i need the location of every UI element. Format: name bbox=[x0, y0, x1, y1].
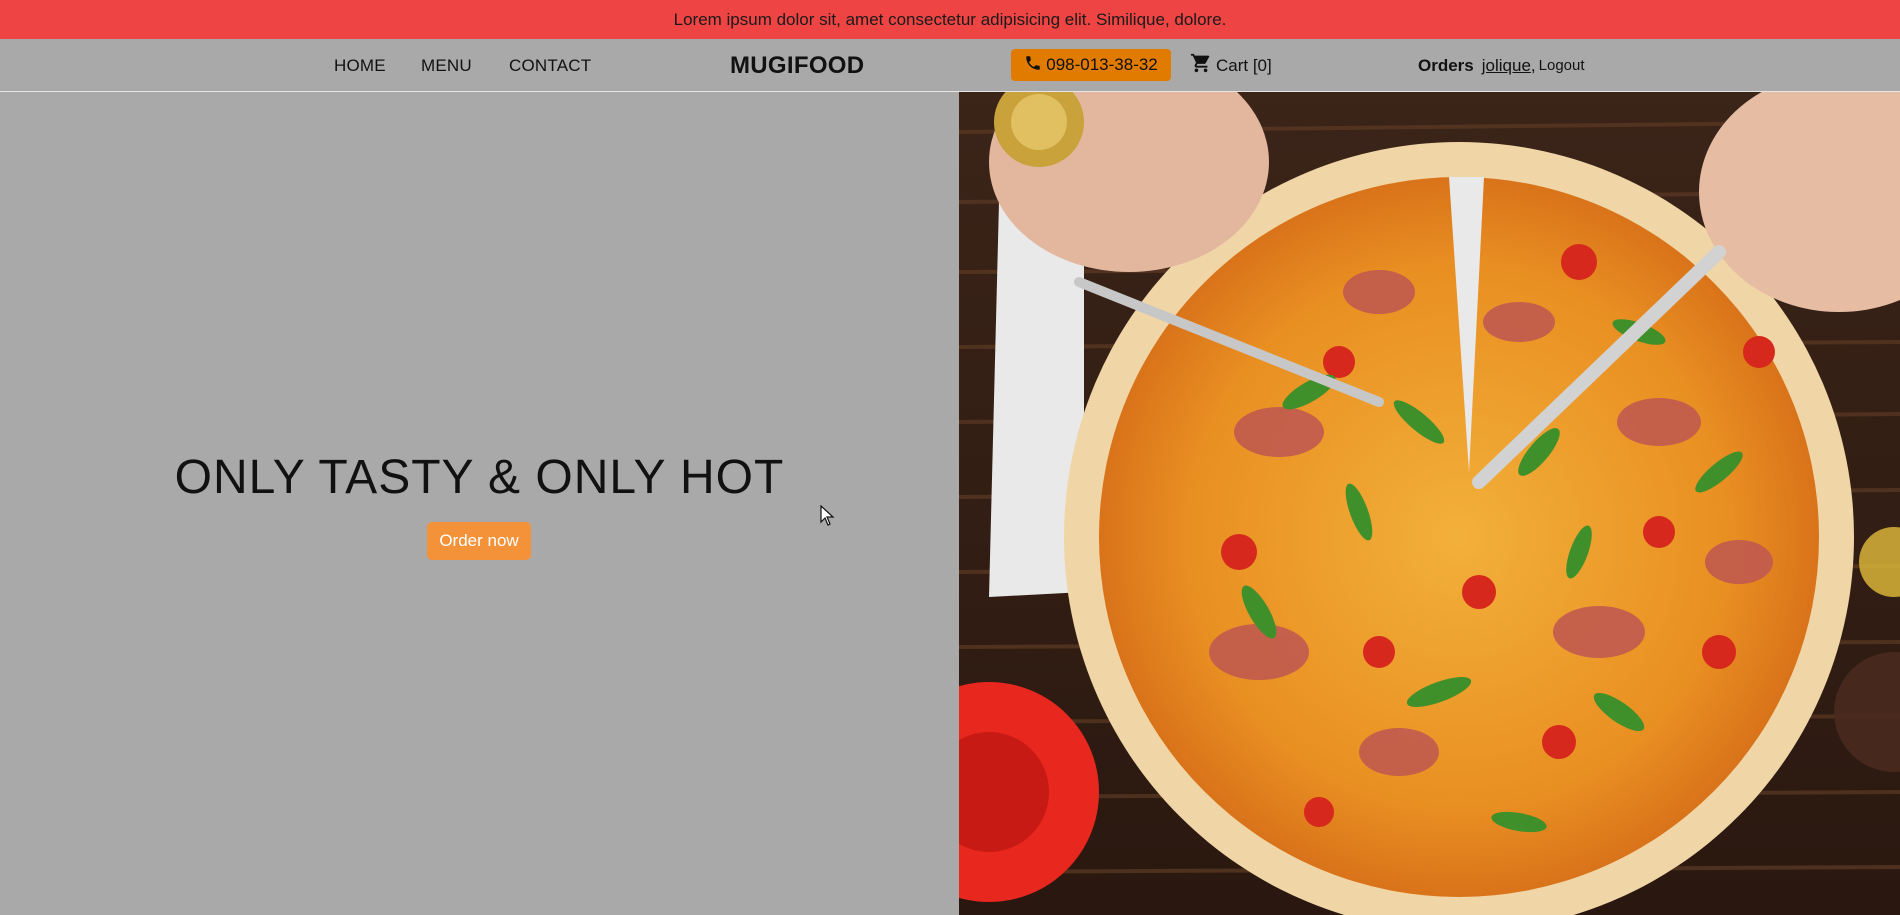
phone-number: 098-013-38-32 bbox=[1046, 55, 1158, 74]
nav-contact-link[interactable]: CONTACT bbox=[509, 39, 591, 92]
order-now-button[interactable]: Order now bbox=[427, 522, 531, 560]
mouse-cursor-icon bbox=[820, 505, 835, 526]
account-area: Orders jolique , Logout bbox=[1418, 39, 1585, 92]
nav-menu-link[interactable]: MENU bbox=[421, 39, 472, 92]
pizza-photo bbox=[959, 92, 1900, 915]
hero-title: ONLY TASTY & ONLY HOT bbox=[174, 451, 785, 504]
cart-label: Cart [0] bbox=[1216, 55, 1272, 75]
site-header: HOME MENU CONTACT MUGIFOOD 098-013-38-32… bbox=[0, 39, 1900, 92]
cart-icon bbox=[1190, 52, 1212, 79]
nav-home-link[interactable]: HOME bbox=[334, 39, 386, 92]
phone-icon bbox=[1024, 54, 1042, 77]
announcement-bar: Lorem ipsum dolor sit, amet consectetur … bbox=[0, 0, 1900, 39]
cart-button[interactable]: Cart [0] bbox=[1190, 39, 1272, 92]
announcement-text: Lorem ipsum dolor sit, amet consectetur … bbox=[673, 9, 1227, 29]
site-logo[interactable]: MUGIFOOD bbox=[730, 39, 864, 92]
phone-button[interactable]: 098-013-38-32 bbox=[1011, 49, 1171, 81]
account-separator: , bbox=[1530, 55, 1536, 75]
username-link[interactable]: jolique bbox=[1482, 56, 1531, 76]
hero-panel: ONLY TASTY & ONLY HOT Order now bbox=[0, 92, 959, 915]
logout-link[interactable]: Logout bbox=[1539, 57, 1585, 74]
orders-link[interactable]: Orders bbox=[1418, 56, 1474, 76]
